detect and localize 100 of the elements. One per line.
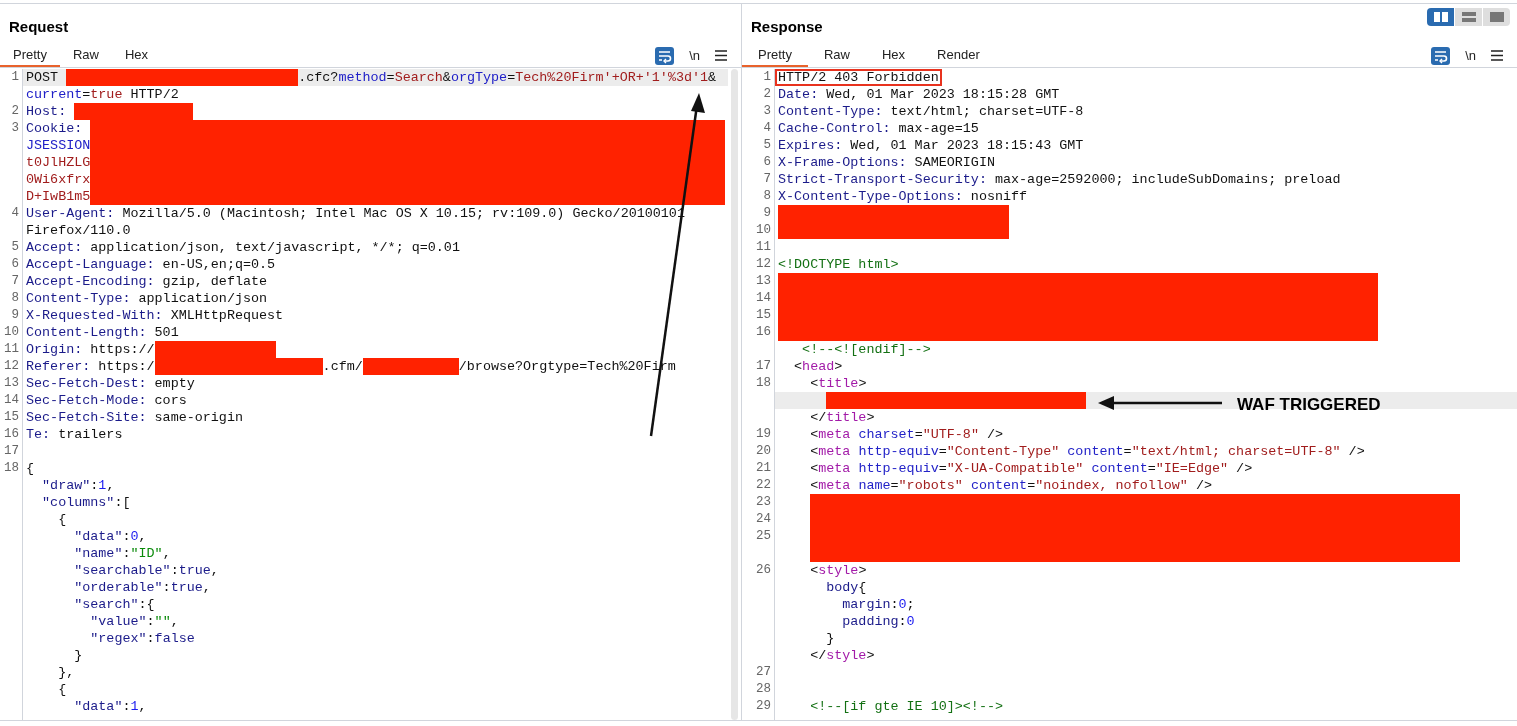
code-text: Host: <box>26 103 68 120</box>
tab[interactable]: Render <box>921 44 996 67</box>
line-number: 17 <box>756 359 771 373</box>
line-number: 18 <box>4 461 19 475</box>
layout-button[interactable] <box>1483 8 1510 26</box>
line-number: 12 <box>4 359 19 373</box>
code-text: 0Wi6xfrx <box>26 171 91 188</box>
code-text: "columns":[ <box>41 494 131 511</box>
code-text: <meta http-equiv="X-UA-Compatible" content="IE=Edge" /> <box>809 460 1253 477</box>
code-text: "regex":false <box>89 630 195 647</box>
line-number: 28 <box>756 682 771 696</box>
tab[interactable]: Raw <box>807 44 866 67</box>
code-text: Sec-Fetch-Dest: empty <box>26 375 195 392</box>
line-number: 7 <box>11 274 19 288</box>
newline-toggle[interactable]: \n <box>1465 45 1476 66</box>
line-number: 10 <box>756 223 771 237</box>
line-number: 18 <box>756 376 771 390</box>
code-text: current=true HTTP/2 <box>26 86 179 103</box>
line-number: 11 <box>756 240 771 254</box>
code-text: } <box>73 647 83 664</box>
wrap-icon[interactable] <box>1431 46 1451 65</box>
layout-button[interactable] <box>1455 8 1482 26</box>
tab[interactable]: Hex <box>866 44 922 67</box>
code-text: Accept-Encoding: gzip, deflate <box>26 273 268 290</box>
line-number: 22 <box>756 478 771 492</box>
code-text: margin:0; <box>841 596 915 613</box>
code-text: Date: Wed, 01 Mar 2023 18:15:28 GMT <box>778 86 1060 103</box>
tab[interactable]: Pretty <box>742 44 808 67</box>
code-text: <meta charset="UTF-8" /> <box>809 426 1004 443</box>
layout-button[interactable] <box>1427 8 1454 26</box>
line-number: 1 <box>11 70 19 84</box>
line-number: 16 <box>756 325 771 339</box>
line-number: 7 <box>763 172 771 186</box>
code-text: Sec-Fetch-Site: same-origin <box>26 409 243 426</box>
line-number: 15 <box>4 410 19 424</box>
code-text: <title> <box>809 375 867 392</box>
line-number: 3 <box>11 121 19 135</box>
code-text: D+IwB1m5 <box>26 188 91 205</box>
line-number: 24 <box>756 512 771 526</box>
code-text: <style> <box>809 562 867 579</box>
line-number: 16 <box>4 427 19 441</box>
line-number: 20 <box>756 444 771 458</box>
wrap-icon[interactable] <box>655 46 675 65</box>
line-number: 27 <box>756 665 771 679</box>
code-text: Content-Type: application/json <box>26 290 268 307</box>
single-pane-icon <box>1489 12 1504 22</box>
code-text: Cache-Control: max-age=15 <box>778 120 979 137</box>
code-text: Referer: https:/ <box>26 358 155 375</box>
line-number: 9 <box>763 206 771 220</box>
line-number: 19 <box>756 427 771 441</box>
line-number: 2 <box>11 104 19 118</box>
line-number: 25 <box>756 529 771 543</box>
pane-title: Request <box>9 16 69 37</box>
code-text: Accept: application/json, text/javascript, */*; q=0.01 <box>26 239 460 256</box>
code-text: X-Requested-With: XMLHttpRequest <box>26 307 284 324</box>
newline-toggle[interactable]: \n <box>689 45 700 66</box>
code-text: <meta name="robots" content="noindex, nofollow" /> <box>809 477 1212 494</box>
line-number: 11 <box>4 342 19 356</box>
line-number: 5 <box>11 240 19 254</box>
code-text: <meta http-equiv="Content-Type" content="text/html; charset=UTF-8" /> <box>809 443 1365 460</box>
line-number: 15 <box>756 308 771 322</box>
code-text: Expires: Wed, 01 Mar 2023 18:15:43 GMT <box>778 137 1084 154</box>
code-text: .cfc?method=Search&orgType=Tech%20Firm'+OR+'1'%3d'1& <box>298 69 717 86</box>
line-number: 1 <box>763 70 771 84</box>
code-text: Origin: https:// <box>26 341 155 358</box>
code-text: padding:0 <box>841 613 915 630</box>
line-number: 2 <box>763 87 771 101</box>
code-text: body{ <box>825 579 867 596</box>
tab[interactable]: Raw <box>59 44 112 67</box>
code-text: Content-Type: text/html; charset=UTF-8 <box>778 103 1084 120</box>
split-rows-icon <box>1461 12 1476 22</box>
menu-icon[interactable] <box>1491 50 1503 61</box>
code-text: } <box>825 630 835 647</box>
line-number: 4 <box>763 121 771 135</box>
tab[interactable]: Pretty <box>0 44 60 67</box>
code-text: <head> <box>793 358 843 375</box>
code-text: <!--<![endif]--> <box>801 341 931 358</box>
code-text: <!--[if gte IE 10]><!--> <box>809 698 1003 715</box>
code-text: JSESSION <box>26 137 91 154</box>
code-text: </title> <box>809 409 875 426</box>
line-number: 3 <box>763 104 771 118</box>
code-text: .cfm/ <box>322 358 363 375</box>
code-text: </style> <box>809 647 875 664</box>
scrollbar[interactable] <box>731 69 738 720</box>
line-number: 13 <box>4 376 19 390</box>
code-text: "value":"", <box>89 613 179 630</box>
menu-icon[interactable] <box>715 50 727 61</box>
tab[interactable]: Hex <box>112 44 162 67</box>
line-number: 4 <box>11 206 19 220</box>
code-text: { <box>57 511 67 528</box>
code-text: "data":0, <box>73 528 147 545</box>
code-text: Te: trailers <box>26 426 123 443</box>
code-text: Cookie: <box>26 120 84 137</box>
line-number: 5 <box>763 138 771 152</box>
code-text: Content-Length: 501 <box>26 324 179 341</box>
split-columns-icon <box>1433 12 1448 22</box>
code-text: "name":"ID", <box>73 545 171 562</box>
line-number: 23 <box>756 495 771 509</box>
code-text: Firefox/110.0 <box>26 222 131 239</box>
code-text: "draw":1, <box>41 477 115 494</box>
